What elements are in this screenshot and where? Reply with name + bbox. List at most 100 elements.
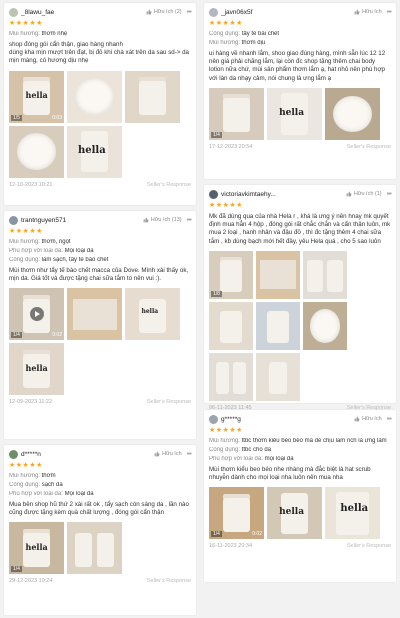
avatar[interactable]	[209, 189, 218, 199]
photo-index: 1/8	[211, 290, 222, 297]
review-photo[interactable]	[209, 301, 253, 350]
review-video-thumbnail[interactable]: 1/4 0:02	[209, 487, 264, 540]
review-photo[interactable]: hella	[267, 487, 322, 540]
review-video-thumbnail[interactable]: hella 1/5 0:03	[9, 70, 64, 123]
review-photo[interactable]	[67, 288, 122, 341]
star-rating: ★★★★★	[209, 202, 243, 209]
star-rating: ★★★★★	[9, 228, 43, 235]
review-photo[interactable]: hella	[67, 125, 122, 178]
review-photo[interactable]	[209, 352, 253, 401]
review-card: _8lawu_fae Hữu ích (2) ••• ★★★★★ Mùi hươ…	[4, 3, 196, 205]
avatar[interactable]	[9, 215, 18, 225]
brand-label: hella	[141, 308, 159, 316]
photo-index: 1/4	[211, 531, 222, 538]
helpful-button[interactable]: Hữu ích	[154, 451, 182, 457]
review-photo[interactable]	[303, 301, 347, 350]
username[interactable]: _8lawu_fae	[21, 9, 146, 16]
skin-type-field: Phù hợp với loại da: mọi loại da	[209, 456, 294, 462]
use-field: Công dụng: làm sạch, tẩy tế bào chết	[9, 257, 109, 263]
brand-label: hella	[25, 542, 48, 553]
review-date: 16-11-2023 20:34	[209, 543, 253, 550]
helpful-button[interactable]: Hữu ích (1)	[346, 191, 382, 197]
brand-label: hella	[78, 145, 106, 157]
review-photo[interactable]	[125, 70, 180, 123]
username[interactable]: g*****g	[221, 416, 354, 423]
more-dots-icon[interactable]: •••	[187, 9, 192, 16]
username[interactable]: _javn06x5f	[221, 9, 354, 16]
review-date: 12-09-2023 11:22	[9, 399, 53, 406]
seller-response-toggle[interactable]: Seller's Response	[147, 399, 191, 405]
scent-field: Mùi hương: thơm nhẹ	[9, 31, 68, 37]
review-photos: hella 1/4	[9, 522, 191, 575]
avatar[interactable]	[9, 7, 18, 17]
avatar[interactable]	[9, 449, 18, 459]
star-rating: ★★★★★	[9, 20, 43, 27]
scent-field: Mùi hương: ttbc thơm kiểu beo béo mà dễ …	[209, 438, 387, 444]
seller-response-toggle[interactable]: Seller's Response	[147, 578, 191, 584]
use-field: Công dụng: tẩy tế bài chết	[209, 31, 280, 37]
review-card: d*****n Hữu ích ••• ★★★★★ Mùi hương: thơ…	[4, 445, 196, 615]
use-field: Công dụng: ttbc cho da	[209, 447, 272, 453]
review-photos: 1/4 0:02 hella hella	[9, 288, 191, 396]
review-photo[interactable]: hella	[325, 487, 380, 540]
helpful-count: Hữu ích	[362, 9, 382, 15]
seller-response-toggle[interactable]: Seller's Response	[147, 182, 191, 188]
review-photo[interactable]: 1/8	[209, 250, 253, 299]
skin-type-field: Phù hợp với loại da: Mọi loại da	[9, 491, 94, 497]
photo-index: 1/4	[11, 332, 22, 339]
scent-field: Mùi hương: thơm, ngọt	[9, 239, 71, 245]
review-photo[interactable]	[325, 87, 380, 140]
thumb-up-icon	[154, 451, 160, 457]
more-dots-icon[interactable]: •••	[387, 9, 392, 16]
seller-response-toggle[interactable]: Seller's Response	[347, 543, 391, 549]
review-text: Mk đã dùng qua của nhà Hela r , khá là ư…	[209, 213, 391, 245]
review-photos: hella 1/5 0:03 hella	[9, 70, 191, 178]
review-photo[interactable]: hella	[9, 343, 64, 396]
brand-label: hella	[25, 90, 48, 101]
username[interactable]: trantnguyen571	[21, 217, 143, 224]
more-dots-icon[interactable]: •••	[387, 191, 392, 198]
review-photo[interactable]: hella	[267, 87, 322, 140]
username[interactable]: victoriavkimtaehy...	[221, 191, 346, 198]
helpful-count: Hữu ích	[362, 416, 382, 422]
review-photo[interactable]: hella	[125, 288, 180, 341]
review-card: victoriavkimtaehy... Hữu ích (1) ••• ★★★…	[204, 185, 396, 411]
review-photo[interactable]	[303, 250, 347, 299]
review-text: shop đóng gói cẩn thận, giao hàng nhanh …	[9, 41, 190, 65]
helpful-button[interactable]: Hữu ích (2)	[146, 9, 182, 15]
thumb-up-icon	[346, 191, 352, 197]
review-photo[interactable]: 1/4	[209, 87, 264, 140]
more-dots-icon[interactable]: •••	[387, 416, 392, 423]
play-icon	[29, 307, 44, 322]
helpful-button[interactable]: Hữu ích	[354, 416, 382, 422]
video-duration: 0:02	[52, 332, 62, 339]
review-photo[interactable]	[9, 125, 64, 178]
avatar[interactable]	[209, 414, 218, 424]
photo-index: 1/5	[11, 114, 22, 121]
helpful-count: Hữu ích (13)	[150, 217, 182, 223]
scent-field: Mùi hương: thơm dịu	[209, 40, 266, 46]
review-card: _javn06x5f Hữu ích ••• ★★★★★ Công dụng: …	[204, 3, 396, 179]
review-photo[interactable]: hella 1/4	[9, 522, 64, 575]
review-photo[interactable]	[67, 522, 122, 575]
review-video-thumbnail[interactable]: 1/4 0:02	[9, 288, 64, 341]
review-date: 17-12-2023 20:54	[209, 143, 253, 150]
more-dots-icon[interactable]: •••	[187, 451, 192, 458]
avatar[interactable]	[209, 7, 218, 17]
review-photo[interactable]	[67, 70, 122, 123]
review-text: ui hàng về nhanh lắm, shoo giao đúng hàn…	[209, 50, 386, 82]
helpful-button[interactable]: Hữu ích (13)	[143, 217, 182, 223]
review-photo[interactable]	[256, 352, 300, 401]
seller-response-toggle[interactable]: Seller's Response	[347, 144, 391, 150]
helpful-button[interactable]: Hữu ích	[354, 9, 382, 15]
use-field: Công dụng: sạch da	[9, 482, 63, 488]
helpful-count: Hữu ích (1)	[353, 191, 382, 197]
scent-field: Mùi hương: thơm	[9, 473, 56, 479]
review-photo[interactable]	[256, 250, 300, 299]
review-photo[interactable]	[256, 301, 300, 350]
star-rating: ★★★★★	[9, 462, 43, 469]
brand-label: hella	[340, 503, 369, 514]
username[interactable]: d*****n	[21, 451, 154, 458]
more-dots-icon[interactable]: •••	[187, 217, 192, 224]
video-duration: 0:03	[52, 114, 62, 121]
